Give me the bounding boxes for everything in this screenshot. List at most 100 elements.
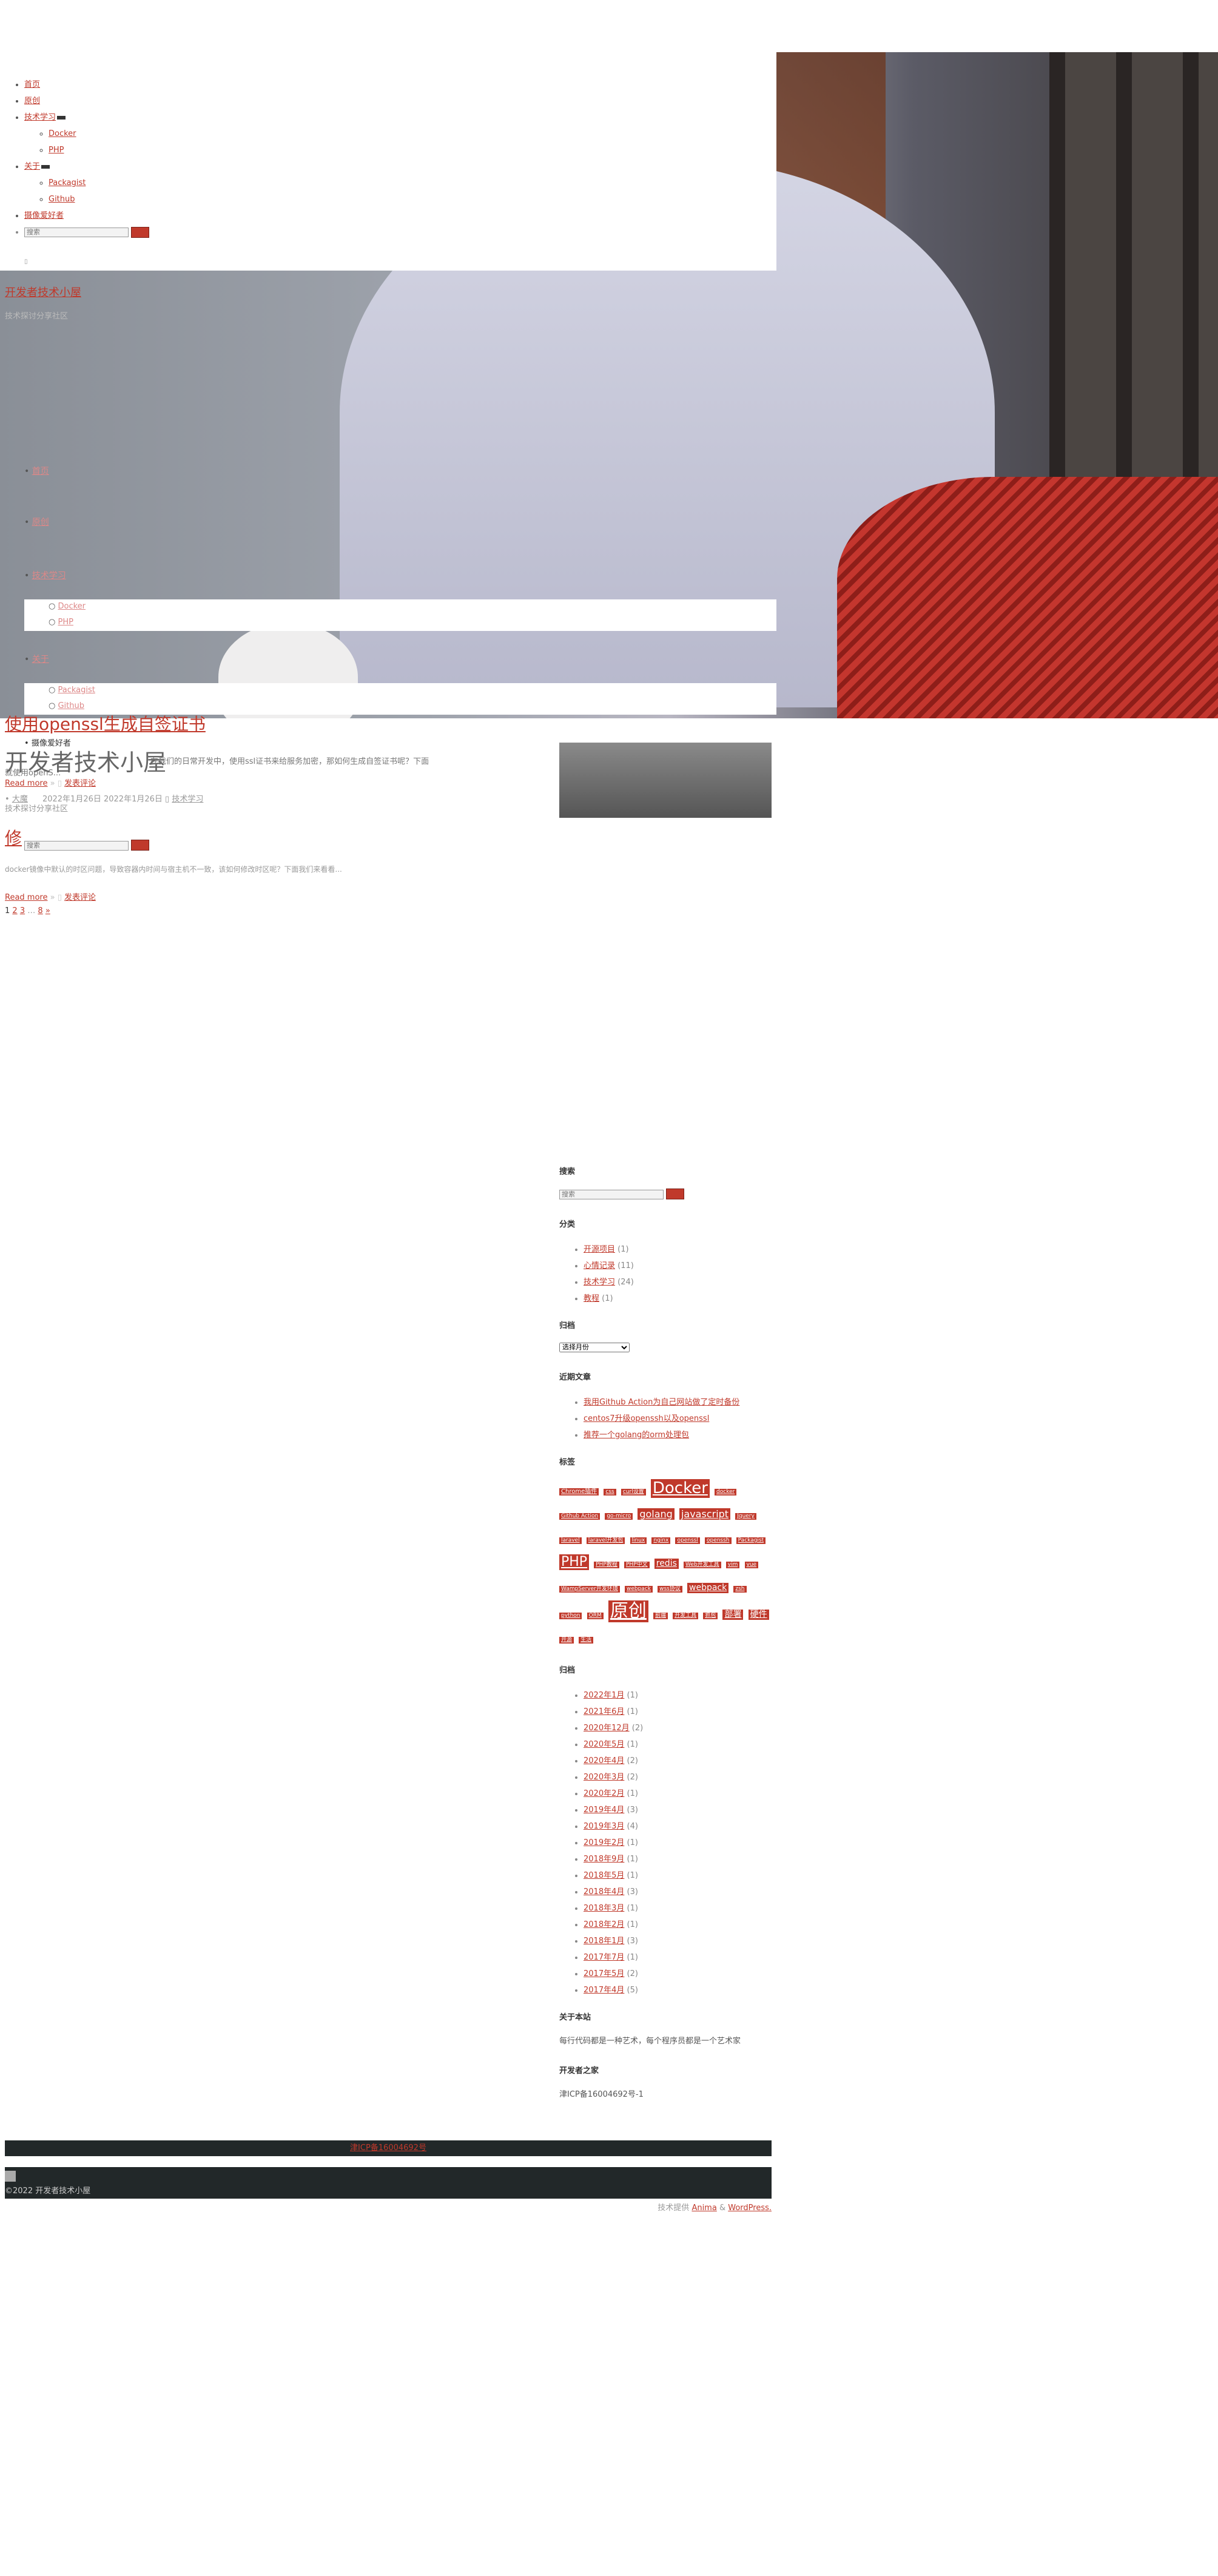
tag-link[interactable]: docker: [715, 1489, 737, 1495]
submenu-link-github[interactable]: Github: [49, 195, 75, 204]
page-link[interactable]: 2: [12, 906, 17, 915]
archive-link[interactable]: 2019年2月: [584, 1838, 624, 1847]
menu-item-original[interactable]: 原创: [24, 93, 776, 109]
tag-link[interactable]: python: [559, 1613, 582, 1619]
archive-link[interactable]: 2018年4月: [584, 1887, 624, 1897]
tag-link[interactable]: webpack: [624, 1586, 653, 1593]
secondary-submenu-php[interactable]: PHP: [58, 618, 73, 627]
dropdown-arrow-icon[interactable]: [57, 115, 66, 120]
submenu-item-packagist[interactable]: Packagist: [49, 175, 776, 191]
comment-link[interactable]: 发表评论: [64, 893, 96, 902]
tag-link[interactable]: Jquery: [735, 1513, 756, 1520]
menu-link-tech[interactable]: 技术学习: [24, 113, 56, 122]
archive-link[interactable]: 2020年12月: [584, 1724, 630, 1733]
tag-link[interactable]: 前端: [653, 1613, 668, 1619]
archive-link[interactable]: 2020年2月: [584, 1789, 624, 1798]
tag-link[interactable]: curl设置: [621, 1489, 646, 1495]
submenu-link-php[interactable]: PHP: [49, 146, 64, 155]
menu-item-tech[interactable]: 技术学习 Docker PHP: [24, 109, 776, 158]
archive-link[interactable]: 2019年3月: [584, 1822, 624, 1831]
archive-link[interactable]: 2018年5月: [584, 1871, 624, 1880]
tag-link[interactable]: Github Action: [559, 1513, 601, 1520]
submenu-link-packagist[interactable]: Packagist: [49, 178, 86, 187]
tag-link[interactable]: laravel: [559, 1537, 582, 1544]
secondary-submenu-docker[interactable]: Docker: [58, 602, 86, 611]
tag-link[interactable]: vim: [725, 1562, 740, 1568]
menu-item-about[interactable]: 关于 Packagist Github: [24, 158, 776, 207]
submenu-item-docker[interactable]: Docker: [49, 126, 776, 142]
secondary-submenu-github[interactable]: Github: [58, 701, 84, 710]
archive-link[interactable]: 2022年1月: [584, 1691, 624, 1700]
archive-link[interactable]: 2021年6月: [584, 1707, 624, 1716]
secondary-submenu-packagist[interactable]: Packagist: [58, 686, 95, 695]
page-link[interactable]: 3: [20, 906, 25, 915]
footer-wordpress-link[interactable]: WordPress.: [728, 2203, 772, 2213]
recent-post-link[interactable]: 推荐一个golang的orm处理包: [584, 1431, 689, 1440]
category-link[interactable]: 心情记录: [584, 1261, 615, 1270]
menu-search-button[interactable]: [131, 226, 150, 238]
tag-link[interactable]: ORM: [587, 1613, 604, 1619]
secondary-nav-tech[interactable]: 技术学习: [32, 571, 66, 581]
tag-link[interactable]: PHP教程: [594, 1562, 619, 1568]
post-title-link[interactable]: 使用openssl生成自签证书: [5, 711, 206, 735]
archive-link[interactable]: 2018年3月: [584, 1904, 624, 1913]
tag-link[interactable]: 部署: [722, 1610, 744, 1620]
recent-post-link[interactable]: centos7升级openssh以及openssl: [584, 1414, 709, 1423]
tag-link[interactable]: nginx: [651, 1537, 671, 1544]
tag-link[interactable]: Chrome插件: [559, 1488, 599, 1495]
dropdown-arrow-icon[interactable]: [41, 164, 50, 169]
overlay-search-button[interactable]: [131, 840, 150, 851]
tag-link[interactable]: 开发工具: [673, 1613, 699, 1619]
tag-link[interactable]: Web开发工具: [684, 1562, 721, 1568]
archive-link[interactable]: 2019年4月: [584, 1806, 624, 1815]
tag-link[interactable]: linux: [630, 1537, 647, 1544]
archive-link[interactable]: 2017年5月: [584, 1969, 624, 1978]
comment-link[interactable]: 发表评论: [64, 779, 96, 788]
read-more-link[interactable]: Read more: [5, 893, 47, 902]
menu-link-photo[interactable]: 摄像爱好者: [24, 211, 64, 220]
tag-link[interactable]: openssl: [675, 1537, 700, 1544]
secondary-nav-home[interactable]: 首页: [32, 467, 49, 476]
tag-link[interactable]: 硬件: [748, 1610, 769, 1620]
tag-link[interactable]: redis: [654, 1559, 679, 1569]
post-thumbnail[interactable]: [559, 743, 772, 818]
secondary-nav-about[interactable]: 关于: [32, 655, 49, 664]
tag-link[interactable]: 抓包: [703, 1613, 718, 1619]
tag-link[interactable]: laravel开发包: [586, 1537, 625, 1544]
archive-link[interactable]: 2018年9月: [584, 1855, 624, 1864]
archive-link[interactable]: 2018年1月: [584, 1937, 624, 1946]
scroll-top-icon[interactable]: [5, 2171, 16, 2182]
page-next[interactable]: »: [45, 906, 50, 915]
post-title-link[interactable]: 修: [5, 825, 22, 849]
tag-link[interactable]: vue: [744, 1562, 759, 1568]
submenu-item-php[interactable]: PHP: [49, 142, 776, 158]
tag-link[interactable]: javascript: [679, 1508, 731, 1520]
archive-link[interactable]: 2020年3月: [584, 1773, 624, 1782]
archive-link[interactable]: 2018年2月: [584, 1920, 624, 1929]
menu-item-photo[interactable]: 摄像爱好者: [24, 207, 776, 224]
post-category-link[interactable]: 技术学习: [172, 795, 203, 804]
tag-link[interactable]: openssh: [704, 1537, 732, 1544]
tag-link[interactable]: wss协议: [658, 1586, 682, 1593]
read-more-link[interactable]: Read more: [5, 779, 47, 788]
submenu-link-docker[interactable]: Docker: [49, 129, 76, 138]
overlay-search-input[interactable]: [24, 841, 129, 851]
archive-link[interactable]: 2017年4月: [584, 1986, 624, 1995]
secondary-nav-original[interactable]: 原创: [32, 518, 49, 527]
tag-link[interactable]: zsh: [733, 1586, 747, 1593]
tag-link[interactable]: PHP中文: [624, 1562, 650, 1568]
menu-item-home[interactable]: 首页: [24, 76, 776, 93]
tag-link[interactable]: css: [604, 1489, 616, 1495]
tag-link[interactable]: Docker: [650, 1479, 710, 1499]
category-link[interactable]: 技术学习: [584, 1278, 615, 1287]
footer-icp-link[interactable]: 津ICP备16004692号: [350, 2143, 426, 2153]
archive-month-select[interactable]: 选择月份: [559, 1343, 630, 1352]
menu-link-about[interactable]: 关于: [24, 162, 40, 171]
menu-close-icon[interactable]: ▯: [24, 258, 28, 265]
menu-search-input[interactable]: [24, 228, 129, 237]
archive-link[interactable]: 2017年7月: [584, 1953, 624, 1962]
tag-link[interactable]: 原创: [608, 1600, 648, 1622]
category-link[interactable]: 开源项目: [584, 1245, 615, 1254]
tag-link[interactable]: PHP: [559, 1554, 590, 1571]
tag-link[interactable]: golang: [638, 1508, 675, 1520]
